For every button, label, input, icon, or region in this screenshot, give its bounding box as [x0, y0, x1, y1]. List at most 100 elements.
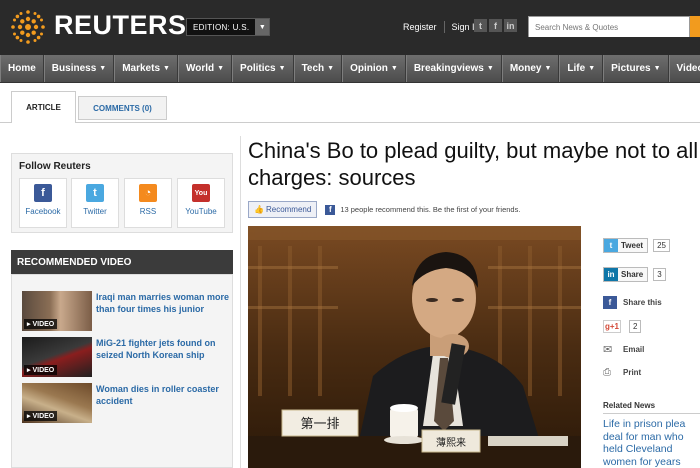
search-box — [528, 16, 690, 37]
top-header: REUTERS EDITION: U.S. ▼ Register Sign In… — [0, 0, 700, 55]
video-tag: ▸ VIDEO — [24, 365, 58, 375]
search-button[interactable] — [690, 16, 700, 37]
play-icon: ▸ — [27, 321, 31, 328]
video-title-link[interactable]: Woman dies in roller coaster accident — [96, 383, 234, 407]
nav-label: Business — [51, 63, 97, 74]
register-link[interactable]: Register — [403, 22, 437, 32]
nav-label: Tech — [301, 63, 325, 74]
recommend-button[interactable]: 👍 Recommend — [248, 201, 318, 218]
print-row[interactable]: ⎙ Print — [603, 367, 641, 378]
nav-item-life[interactable]: Life ▼ — [559, 55, 604, 82]
gplus-row: g+1 2 — [603, 320, 642, 333]
search-input[interactable] — [529, 18, 689, 37]
google-plus-icon[interactable]: g+1 — [603, 320, 621, 333]
video-thumbnail[interactable]: ▸ VIDEO — [22, 337, 92, 377]
nav-item-markets[interactable]: Markets ▼ — [114, 55, 178, 82]
nav-item-pictures[interactable]: Pictures ▼ — [603, 55, 669, 82]
caret-down-icon: ▼ — [327, 65, 335, 72]
video-tag: ▸ VIDEO — [24, 319, 58, 329]
nav-label: Politics — [240, 63, 276, 74]
gplus-count: 2 — [629, 320, 642, 333]
follow-reuters-box: Follow Reuters f Facebook t Twitter ◔ RS… — [11, 153, 233, 233]
follow-rss[interactable]: ◔ RSS — [124, 178, 172, 228]
tab-comments[interactable]: COMMENTS (0) — [78, 96, 167, 120]
tweet-count: 25 — [653, 239, 670, 252]
edition-label: EDITION: U.S. — [193, 22, 250, 32]
main-nav: Home Business ▼ Markets ▼ World ▼ Politics ▼… — [0, 55, 700, 83]
nav-label: Money — [509, 63, 542, 74]
nav-label: Markets — [122, 63, 161, 74]
divider — [603, 413, 700, 414]
tab-article[interactable]: ARTICLE — [11, 91, 76, 123]
linkedin-icon: in — [604, 268, 618, 281]
follow-facebook[interactable]: f Facebook — [19, 178, 67, 228]
follow-youtube[interactable]: You YouTube — [177, 178, 225, 228]
caret-down-icon: ▼ — [588, 65, 596, 72]
email-row[interactable]: ✉ Email — [603, 343, 644, 356]
caret-down-icon: ▼ — [163, 65, 170, 72]
caret-down-icon: ▼ — [99, 65, 107, 72]
nav-item-politics[interactable]: Politics ▼ — [232, 55, 294, 82]
linkedin-count: 3 — [653, 268, 666, 281]
nav-label: Pictures — [611, 63, 651, 74]
reuters-logo-icon[interactable] — [10, 9, 46, 45]
nameplate-text: 薄熙来 — [436, 436, 466, 449]
follow-twitter[interactable]: t Twitter — [71, 178, 119, 228]
video-tag-label: VIDEO — [32, 413, 55, 420]
facebook-icon: f — [603, 296, 617, 309]
video-title-link[interactable]: MiG-21 fighter jets found on seized Nort… — [96, 337, 234, 361]
twitter-icon: t — [604, 239, 618, 252]
tabs-divider — [0, 122, 700, 123]
photo-illustration: 第一排 薄熙来 — [248, 226, 581, 468]
video-tag-label: VIDEO — [32, 321, 55, 328]
list-item[interactable]: ▸ VIDEO Woman dies in roller coaster acc… — [22, 383, 232, 423]
edition-selector[interactable]: EDITION: U.S. ▼ — [186, 18, 271, 36]
nav-item-tech[interactable]: Tech ▼ — [293, 55, 343, 82]
nav-label: Breakingviews — [413, 63, 484, 74]
column-divider — [240, 136, 241, 468]
follow-label: Facebook — [25, 207, 61, 216]
nav-item-world[interactable]: World ▼ — [177, 55, 233, 82]
nav-item-video[interactable]: Video▼ — [668, 55, 700, 82]
divider — [443, 21, 445, 33]
nav-label: Life — [567, 63, 586, 74]
facebook-recommend-row: 👍 Recommend f 13 people recommend this. B… — [248, 201, 520, 218]
nav-item-money[interactable]: Money ▼ — [501, 55, 560, 82]
nav-item-business[interactable]: Business ▼ — [43, 55, 115, 82]
email-icon: ✉ — [603, 344, 613, 356]
thumbs-up-icon: 👍 — [254, 205, 264, 214]
article-photo[interactable]: 第一排 薄熙来 — [248, 226, 581, 468]
nav-item-home[interactable]: Home — [0, 55, 44, 82]
nav-label: World — [185, 63, 215, 74]
article-headline: China's Bo to plead guilty, but maybe no… — [248, 138, 699, 190]
tweet-button[interactable]: t Tweet — [603, 238, 649, 253]
caret-down-icon: ▼ — [653, 65, 661, 72]
related-news-link[interactable]: Life in prison plea deal for man who hel… — [603, 418, 700, 468]
linkedin-share-button[interactable]: in Share — [603, 267, 649, 282]
caret-down-icon: ▼ — [278, 65, 286, 72]
video-title-link[interactable]: Iraqi man marries woman more than four t… — [96, 291, 234, 315]
recommend-label: Recommend — [265, 205, 312, 214]
video-tag-label: VIDEO — [32, 367, 55, 374]
brand-name[interactable]: REUTERS — [54, 10, 187, 41]
nav-label: Opinion — [350, 63, 388, 74]
linkedin-icon[interactable]: in — [504, 19, 517, 32]
video-thumbnail[interactable]: ▸ VIDEO — [22, 383, 92, 423]
related-news-heading: Related News — [603, 401, 656, 410]
caret-down-icon: ▼ — [544, 65, 552, 72]
twitter-icon[interactable]: t — [474, 19, 487, 32]
video-thumbnail[interactable]: ▸ VIDEO — [22, 291, 92, 331]
rss-icon: ◔ — [139, 184, 157, 202]
twitter-icon: t — [86, 184, 104, 202]
list-item[interactable]: ▸ VIDEO Iraqi man marries woman more tha… — [22, 291, 232, 331]
nav-item-opinion[interactable]: Opinion ▼ — [342, 55, 406, 82]
list-item[interactable]: ▸ VIDEO MiG-21 fighter jets found on sei… — [22, 337, 232, 377]
caret-down-icon: ▼ — [390, 65, 398, 72]
play-icon: ▸ — [27, 413, 31, 420]
recommended-video-heading: RECOMMENDED VIDEO — [11, 250, 233, 274]
facebook-share-row[interactable]: f Share this — [603, 296, 662, 309]
chevron-down-icon[interactable]: ▼ — [255, 19, 270, 35]
print-icon: ⎙ — [603, 367, 611, 378]
nav-item-breakingviews[interactable]: Breakingviews ▼ — [405, 55, 502, 82]
facebook-icon[interactable]: f — [489, 19, 502, 32]
